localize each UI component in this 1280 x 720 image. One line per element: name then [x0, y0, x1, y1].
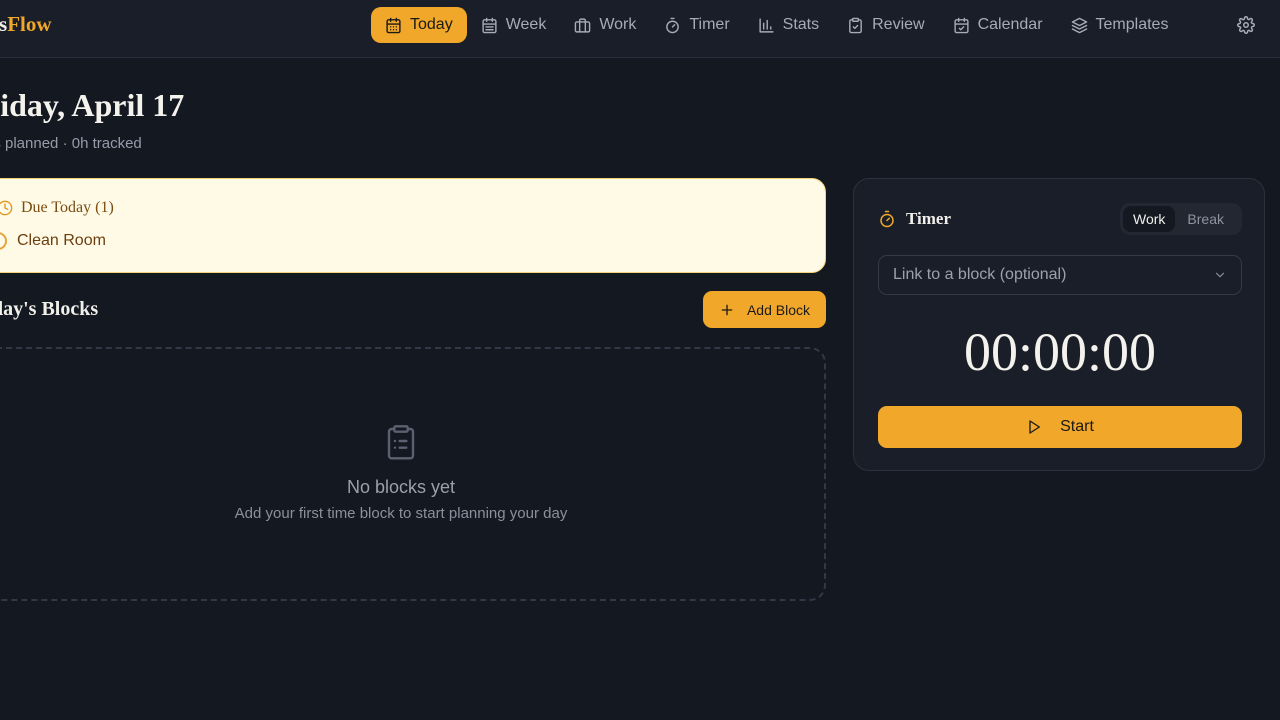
- brand-accent: Flow: [7, 12, 52, 36]
- nav-today[interactable]: Today: [371, 7, 467, 43]
- start-timer-button[interactable]: Start: [878, 406, 1242, 448]
- link-block-select[interactable]: Link to a block (optional): [878, 255, 1242, 295]
- start-label: Start: [1060, 418, 1094, 435]
- task-checkbox[interactable]: [0, 232, 7, 250]
- nav-today-label: Today: [410, 16, 453, 33]
- timer-card: Timer Work Break Link to a block (option…: [853, 178, 1265, 471]
- add-block-button[interactable]: Add Block: [703, 291, 826, 328]
- nav-calendar-label: Calendar: [977, 16, 1043, 33]
- due-today-heading: Due Today (1): [21, 199, 114, 216]
- nav-templates[interactable]: Templates: [1057, 7, 1183, 43]
- top-nav-bar: cusFlow Today Week Work Timer Stats Revi…: [0, 0, 1280, 58]
- clipboard-check-icon: [849, 17, 862, 33]
- timer-title: Timer: [906, 209, 952, 228]
- chevron-down-icon: [1215, 272, 1225, 278]
- timer-display: 00:00:00: [963, 322, 1156, 382]
- nav-review-label: Review: [872, 16, 925, 33]
- play-icon: [1029, 420, 1041, 434]
- nav-work[interactable]: Work: [560, 7, 650, 43]
- nav-timer-label: Timer: [689, 16, 730, 33]
- page-title: riday, April 17: [0, 87, 185, 123]
- nav-work-label: Work: [599, 16, 637, 33]
- stopwatch-icon: [666, 17, 680, 33]
- due-today-card: Due Today (1) Clean Room: [0, 178, 826, 273]
- settings-button[interactable]: [1234, 13, 1258, 37]
- due-task-label: Clean Room: [17, 232, 106, 249]
- gear-icon: [1237, 16, 1255, 34]
- page-subtitle: ocks planned · 0h tracked: [0, 135, 142, 152]
- briefcase-icon: [575, 17, 591, 33]
- timer-mode-toggle: Work Break: [1120, 203, 1242, 235]
- layers-icon: [1071, 17, 1087, 33]
- blocks-empty-state: No blocks yet Add your first time block …: [0, 347, 826, 601]
- nav-templates-label: Templates: [1095, 16, 1169, 33]
- bar-chart-icon: [759, 17, 774, 33]
- calendar-week-icon: [482, 17, 497, 33]
- mode-break-button[interactable]: Break: [1177, 206, 1234, 232]
- clock-icon: [0, 200, 13, 216]
- calendar-icon: [386, 17, 401, 33]
- empty-state-title: No blocks yet: [346, 477, 456, 497]
- nav-stats[interactable]: Stats: [744, 7, 833, 43]
- main-nav: Today Week Work Timer Stats Review Calen…: [371, 7, 1182, 43]
- add-block-label: Add Block: [746, 301, 811, 318]
- nav-stats-label: Stats: [782, 16, 820, 33]
- nav-week-label: Week: [505, 16, 547, 33]
- due-today-header: Due Today (1): [0, 199, 114, 217]
- clipboard-list-icon: [385, 425, 417, 461]
- nav-timer[interactable]: Timer: [650, 7, 743, 43]
- empty-state-subtitle: Add your first time block to start plann…: [234, 505, 568, 522]
- app-logo[interactable]: cusFlow: [0, 12, 52, 37]
- mode-work-button[interactable]: Work: [1123, 206, 1176, 232]
- stopwatch-icon: [880, 210, 894, 228]
- link-block-placeholder: Link to a block (optional): [893, 266, 1067, 283]
- blocks-section-title: day's Blocks: [0, 298, 99, 320]
- plus-icon: [721, 304, 733, 315]
- nav-calendar[interactable]: Calendar: [939, 7, 1057, 43]
- calendar-check-icon: [954, 17, 969, 33]
- nav-review[interactable]: Review: [833, 7, 938, 43]
- timer-header: Timer: [878, 209, 951, 229]
- nav-week[interactable]: Week: [467, 7, 561, 43]
- due-task-item[interactable]: Clean Room: [0, 232, 106, 250]
